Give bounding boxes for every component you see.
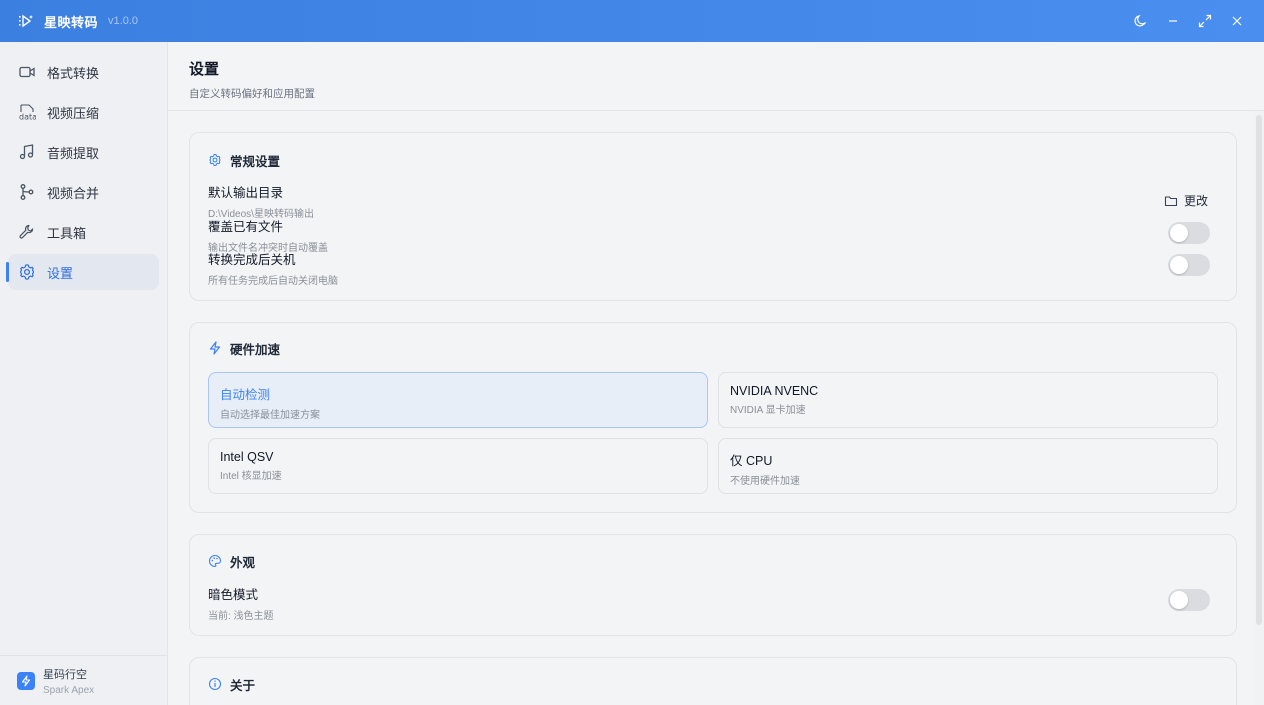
bolt-icon	[17, 671, 35, 690]
expand-icon	[1198, 14, 1212, 28]
video-icon	[18, 63, 36, 81]
toggle-knob	[1170, 224, 1188, 242]
sidebar: 格式转换 data 视频压缩 音频提取 视频合并 工具箱 设置 星码行空 Spa…	[0, 42, 168, 705]
sidebar-item-label: 视频压缩	[47, 105, 100, 121]
close-button[interactable]	[1228, 12, 1246, 30]
dark-mode-desc: 当前: 浅色主题	[208, 611, 274, 622]
card-title: 常规设置	[230, 154, 281, 169]
hw-option-desc: NVIDIA 显卡加速	[730, 405, 806, 416]
folder-icon	[1164, 194, 1178, 208]
sidebar-item-audio-extract[interactable]: 音频提取	[8, 134, 159, 170]
merge-icon	[18, 183, 36, 201]
dark-mode-toggle[interactable]	[1168, 589, 1210, 611]
close-icon	[1232, 16, 1242, 26]
general-settings-card: 常规设置 默认输出目录 D:\Videos\星映转码输出 更改 覆盖已有文件 输…	[189, 132, 1237, 301]
sidebar-item-video-merge[interactable]: 视频合并	[8, 174, 159, 210]
data-icon-text: data	[19, 113, 36, 122]
sidebar-item-format-convert[interactable]: 格式转换	[8, 54, 159, 90]
page-subtitle: 自定义转码偏好和应用配置	[189, 88, 315, 100]
page-header: 设置 自定义转码偏好和应用配置	[168, 42, 1264, 111]
brand-name: 星码行空	[43, 668, 87, 681]
app-version: v1.0.0	[108, 15, 138, 27]
moon-icon	[1134, 14, 1147, 27]
hw-option-auto[interactable]: 自动检测 自动选择最佳加速方案	[208, 372, 708, 428]
overwrite-toggle[interactable]	[1168, 222, 1210, 244]
change-button-label: 更改	[1183, 194, 1208, 208]
hw-option-name: NVIDIA NVENC	[730, 384, 819, 398]
card-title: 外观	[230, 555, 256, 570]
sidebar-item-label: 视频合并	[47, 185, 100, 201]
sidebar-item-toolbox[interactable]: 工具箱	[8, 214, 159, 250]
sidebar-item-label: 工具箱	[47, 225, 87, 241]
hw-option-name: 自动检测	[220, 388, 271, 402]
sidebar-nav: 格式转换 data 视频压缩 音频提取 视频合并 工具箱 设置	[0, 42, 167, 290]
maximize-button[interactable]	[1196, 12, 1214, 30]
app-logo-icon	[18, 13, 34, 29]
gear-icon	[208, 153, 222, 167]
output-dir-label: 默认输出目录	[208, 186, 284, 200]
dark-mode-label: 暗色模式	[208, 588, 259, 602]
sidebar-item-label: 格式转换	[47, 65, 100, 81]
title-bar: 星映转码 v1.0.0	[0, 0, 1264, 42]
output-dir-row: 默认输出目录 D:\Videos\星映转码输出 更改	[208, 182, 1218, 220]
shutdown-row: 转换完成后关机 所有任务完成后自动关闭电脑	[208, 249, 1218, 287]
appearance-card: 外观 暗色模式 当前: 浅色主题	[189, 534, 1237, 636]
hw-option-nvenc[interactable]: NVIDIA NVENC NVIDIA 显卡加速	[718, 372, 1218, 428]
app-title: 星映转码	[44, 14, 99, 30]
palette-icon	[208, 554, 222, 568]
overwrite-row: 覆盖已有文件 输出文件名冲突时自动覆盖	[208, 216, 1218, 254]
scrollbar[interactable]	[1254, 111, 1264, 705]
hw-option-desc: 自动选择最佳加速方案	[220, 410, 320, 421]
toggle-knob	[1170, 591, 1188, 609]
hw-option-desc: Intel 核显加速	[220, 471, 282, 482]
toggle-knob	[1170, 256, 1188, 274]
brand-footer: 星码行空 Spark Apex	[0, 655, 167, 705]
sidebar-item-video-compress[interactable]: data 视频压缩	[8, 94, 159, 130]
page-title: 设置	[189, 61, 220, 78]
hw-option-name: 仅 CPU	[730, 454, 773, 468]
settings-scroll-area[interactable]: 常规设置 默认输出目录 D:\Videos\星映转码输出 更改 覆盖已有文件 输…	[168, 111, 1264, 705]
about-card: 关于	[189, 657, 1237, 705]
sidebar-item-label: 音频提取	[47, 145, 100, 161]
dark-mode-row: 暗色模式 当前: 浅色主题	[208, 584, 1218, 622]
theme-toggle-button[interactable]	[1132, 12, 1150, 30]
hw-option-qsv[interactable]: Intel QSV Intel 核显加速	[208, 438, 708, 494]
info-icon	[208, 677, 222, 691]
data-icon: data	[18, 103, 36, 121]
shutdown-toggle[interactable]	[1168, 254, 1210, 276]
hw-option-cpu[interactable]: 仅 CPU 不使用硬件加速	[718, 438, 1218, 494]
hw-option-name: Intel QSV	[220, 450, 274, 464]
music-icon	[18, 143, 36, 161]
card-title: 关于	[230, 678, 256, 693]
hardware-acceleration-card: 硬件加速 自动检测 自动选择最佳加速方案 NVIDIA NVENC NVIDIA…	[189, 322, 1237, 513]
shutdown-desc: 所有任务完成后自动关闭电脑	[208, 276, 338, 287]
change-output-dir-button[interactable]: 更改	[1164, 192, 1208, 209]
gear-icon	[18, 263, 36, 281]
wrench-icon	[18, 223, 36, 241]
minimize-button[interactable]	[1164, 12, 1182, 30]
sidebar-item-label: 设置	[47, 265, 74, 281]
card-title: 硬件加速	[230, 342, 281, 357]
brand-subtitle: Spark Apex	[43, 684, 95, 696]
overwrite-label: 覆盖已有文件	[208, 220, 284, 234]
minus-icon	[1169, 20, 1177, 22]
hw-option-desc: 不使用硬件加速	[730, 476, 800, 487]
main-content: 设置 自定义转码偏好和应用配置 常规设置 默认输出目录 D:\Videos\星映…	[168, 42, 1264, 705]
scrollbar-thumb[interactable]	[1256, 115, 1262, 625]
sidebar-item-settings[interactable]: 设置	[6, 254, 159, 290]
bolt-icon	[208, 341, 222, 355]
shutdown-label: 转换完成后关机	[208, 253, 296, 267]
